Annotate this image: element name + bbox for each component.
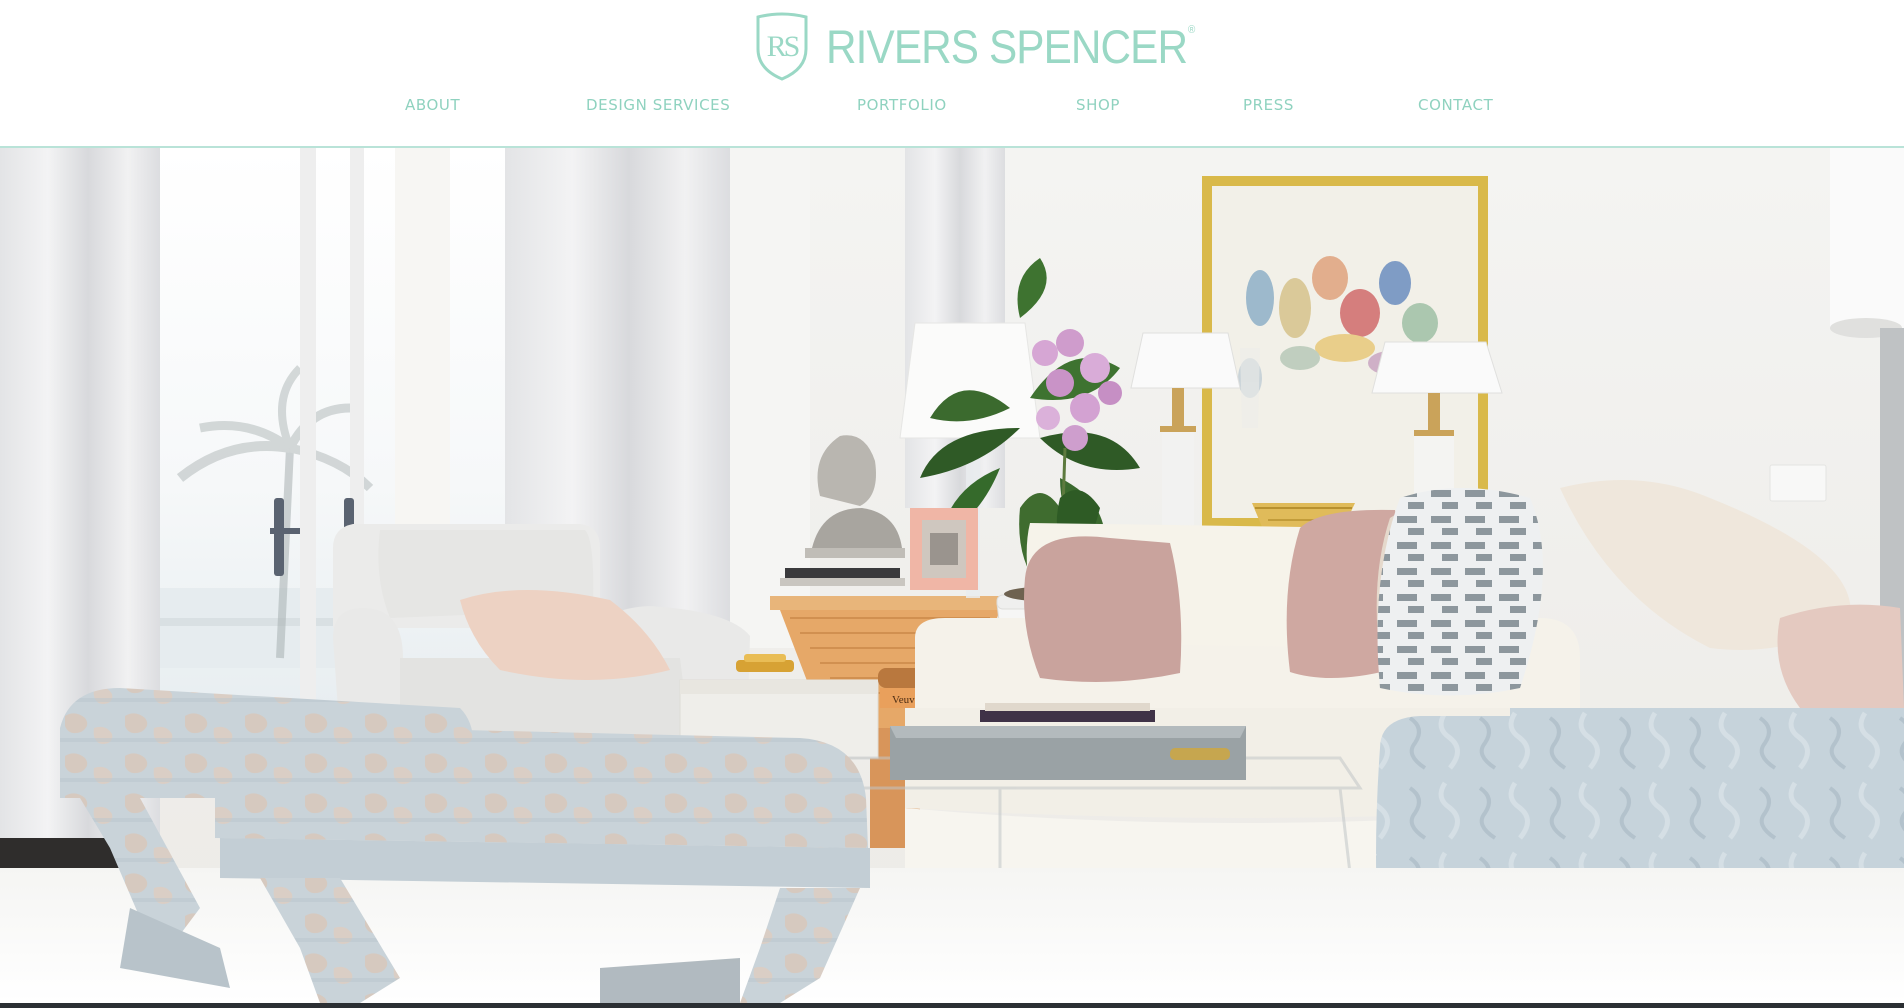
page: RS RIVERS SPENCER® ABOUT DESIGN SERVICES… <box>0 0 1904 1008</box>
registered-mark: ® <box>1188 23 1195 36</box>
site-header: RS RIVERS SPENCER® ABOUT DESIGN SERVICES… <box>0 0 1904 148</box>
nav-shop[interactable]: SHOP <box>1076 96 1120 114</box>
logo-monogram: RS <box>767 30 799 63</box>
nav-about[interactable]: ABOUT <box>405 96 460 114</box>
nav-design-services[interactable]: DESIGN SERVICES <box>586 96 730 114</box>
page-bottom-edge <box>0 1003 1904 1008</box>
nav-press[interactable]: PRESS <box>1243 96 1294 114</box>
hero-image: Veuve Clicquot <box>0 148 1904 1003</box>
logo-name: RIVERS SPENCER <box>826 19 1188 73</box>
nav-portfolio[interactable]: PORTFOLIO <box>857 96 947 114</box>
logo-wordmark: RIVERS SPENCER® <box>826 19 1195 73</box>
monogram-crest-icon: RS <box>756 12 808 81</box>
nav-contact[interactable]: CONTACT <box>1418 96 1493 114</box>
main-nav: ABOUT DESIGN SERVICES PORTFOLIO SHOP PRE… <box>0 96 1904 124</box>
living-room-photo: Veuve Clicquot <box>0 148 1904 1003</box>
site-logo-link[interactable]: RS RIVERS SPENCER® <box>750 10 1235 82</box>
